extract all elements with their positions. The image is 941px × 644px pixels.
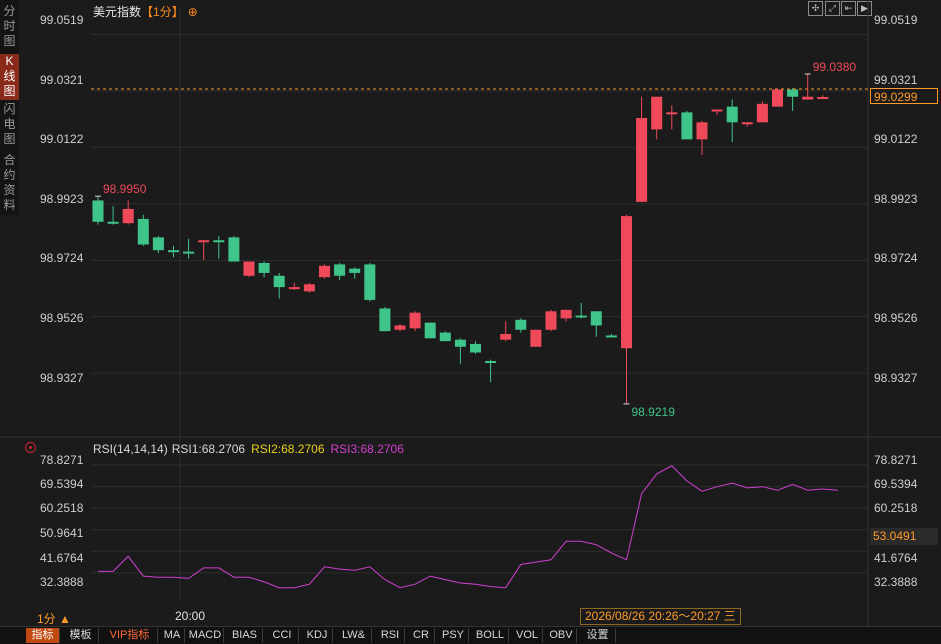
candle-body-24: [454, 339, 466, 347]
candle-body-16: [334, 264, 346, 276]
candle-body-4: [152, 237, 164, 251]
candle-body-20: [394, 325, 406, 330]
indicator-button-14[interactable]: OBV: [546, 628, 577, 643]
candle-body-17: [349, 268, 361, 273]
candle-body-3: [137, 218, 149, 245]
candle-body-25: [470, 343, 481, 353]
candle-body-42: [726, 106, 738, 123]
indicator-button-0[interactable]: 指标: [26, 628, 60, 643]
indicator-button-2[interactable]: VIP指标: [102, 628, 158, 643]
candle-body-13: [288, 287, 300, 290]
indicator-button-11[interactable]: PSY: [438, 628, 469, 643]
candle-body-47: [802, 96, 814, 100]
indicator-button-13[interactable]: VOL: [512, 628, 543, 643]
candle-body-38: [666, 112, 678, 115]
cursor-time-label: 2026/08/26 20:26～20:27 三: [580, 608, 741, 625]
candle-body-23: [439, 332, 451, 342]
indicator-button-4[interactable]: MACD: [187, 628, 224, 643]
indicator-button-9[interactable]: RSI: [376, 628, 405, 643]
candle-body-44: [756, 103, 768, 123]
candle-body-35: [621, 216, 632, 349]
marker-label-2: 98.9219: [632, 405, 676, 419]
candle-body-27: [500, 334, 512, 340]
candle-body-10: [243, 261, 255, 276]
price-chart[interactable]: 98.9950 99.0380 98.9219: [0, 0, 941, 643]
x-tick-2000: 20:00: [175, 609, 206, 623]
candle-body-15: [319, 265, 330, 278]
period-indicator[interactable]: 1分 ▲: [37, 610, 71, 627]
candle-body-7: [198, 240, 210, 243]
candle-body-32: [575, 315, 587, 318]
candle-body-34: [605, 335, 617, 338]
candle-body-18: [364, 264, 376, 300]
candle-body-41: [711, 109, 723, 112]
candle-body-14: [303, 284, 315, 292]
indicator-button-12[interactable]: BOLL: [472, 628, 509, 643]
candle-body-21: [409, 312, 421, 329]
rsi-line: [98, 465, 838, 589]
candle-body-29: [530, 329, 542, 347]
candle-body-26: [485, 361, 497, 364]
candle-body-19: [379, 308, 391, 332]
candle-body-11: [258, 262, 270, 273]
candle-body-28: [515, 319, 527, 330]
indicator-button-6[interactable]: CCI: [266, 628, 299, 643]
candle-body-12: [273, 275, 285, 288]
indicator-toolbar: 指标 模板 VIP指标 MA MACD BIAS CCI KDJ LW& RSI…: [0, 626, 941, 644]
candle-body-31: [560, 309, 572, 319]
candle-body-37: [651, 96, 663, 130]
indicator-button-7[interactable]: KDJ: [302, 628, 333, 643]
indicator-button-15[interactable]: 设置: [580, 628, 616, 643]
candle-body-0: [92, 200, 104, 222]
price-markers: 98.9950 99.0380 98.9219: [95, 60, 856, 419]
indicator-button-10[interactable]: CR: [408, 628, 435, 643]
candle-body-36: [636, 118, 648, 202]
candle-body-46: [787, 89, 799, 97]
candle-body-22: [424, 322, 436, 339]
candles: [92, 73, 829, 404]
indicator-button-3[interactable]: MA: [160, 628, 185, 643]
candle-body-48: [817, 97, 829, 100]
indicator-button-1[interactable]: 模板: [63, 628, 99, 643]
indicator-button-8[interactable]: LW&: [336, 628, 372, 643]
candle-body-45: [772, 89, 783, 107]
indicator-button-5[interactable]: BIAS: [227, 628, 263, 643]
candle-body-43: [741, 122, 753, 125]
candle-body-2: [122, 208, 134, 224]
candle-body-9: [228, 237, 240, 262]
grid-lines: [0, 0, 941, 626]
candle-body-39: [681, 112, 693, 140]
candle-body-8: [213, 240, 225, 243]
candle-body-6: [183, 251, 195, 254]
candle-body-33: [590, 311, 602, 326]
candle-body-1: [107, 221, 119, 224]
marker-label-0: 98.9950: [103, 182, 147, 196]
candle-body-40: [696, 122, 708, 140]
marker-label-1: 99.0380: [813, 60, 857, 74]
candle-body-5: [168, 250, 179, 253]
candle-body-30: [545, 311, 557, 330]
